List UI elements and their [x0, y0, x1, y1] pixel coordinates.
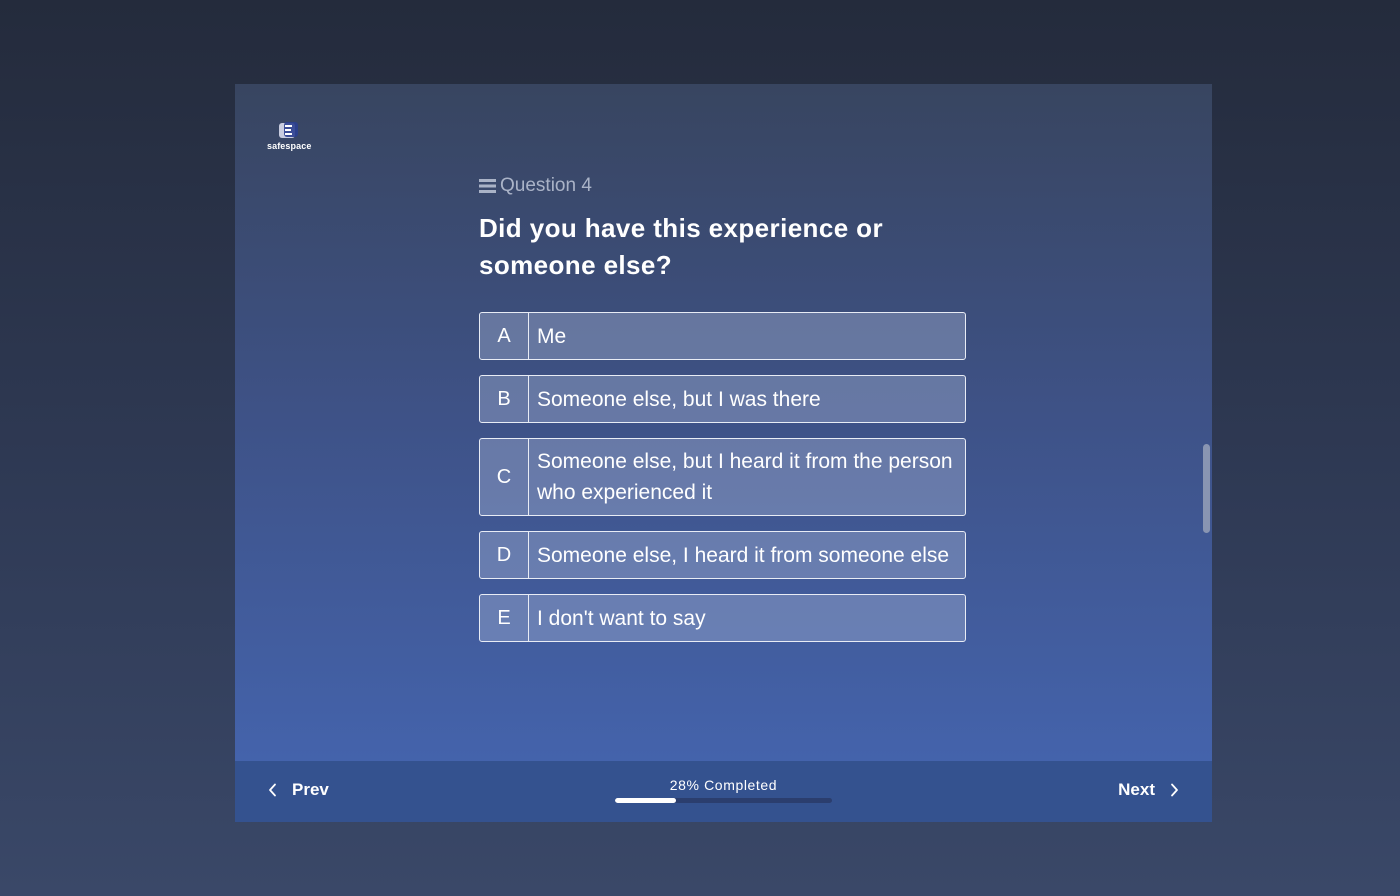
brand-logo: safespace — [267, 122, 311, 156]
chevron-right-icon — [1171, 783, 1178, 797]
question-content: Question 4 Did you have this experience … — [479, 174, 969, 657]
safespace-logo-icon — [279, 122, 298, 138]
next-label: Next — [1118, 780, 1155, 799]
option-label: I don't want to say — [537, 606, 706, 630]
answer-options: A Me B Someone else, but I was there C S… — [479, 312, 969, 642]
progress-text: 28% Completed — [669, 777, 778, 793]
prev-button[interactable]: Prev — [268, 779, 329, 801]
option-label: Someone else, I heard it from someone el… — [537, 543, 950, 567]
survey-frame: safespace Question 4 Did you have this e… — [235, 84, 1212, 822]
prev-label: Prev — [292, 780, 329, 799]
option-key: A — [480, 313, 529, 359]
question-number: Question 4 — [479, 174, 969, 198]
progress-indicator: 28% Completed — [615, 777, 832, 803]
progress-track — [615, 798, 832, 803]
next-button[interactable]: Next — [1118, 779, 1179, 801]
scrollbar-thumb[interactable] — [1203, 444, 1210, 533]
option-key: C — [480, 439, 529, 515]
question-title: Did you have this experience or someone … — [479, 213, 883, 280]
brand-name: safespace — [267, 141, 312, 151]
option-key: B — [480, 376, 529, 422]
option-a[interactable]: A Me — [479, 312, 966, 360]
option-key: E — [480, 595, 529, 641]
option-d[interactable]: D Someone else, I heard it from someone … — [479, 531, 966, 579]
menu-icon — [479, 179, 496, 193]
option-label: Someone else, but I was there — [537, 387, 821, 411]
footer-bar: Prev 28% Completed Next — [235, 761, 1212, 822]
option-label: Someone else, but I heard it from the pe… — [537, 450, 953, 504]
option-label: Me — [537, 324, 567, 348]
option-b[interactable]: B Someone else, but I was there — [479, 375, 966, 423]
option-key: D — [480, 532, 529, 578]
chevron-left-icon — [269, 783, 276, 797]
option-e[interactable]: E I don't want to say — [479, 594, 966, 642]
progress-fill — [615, 798, 676, 803]
question-number-label: Question 4 — [500, 175, 592, 196]
option-c[interactable]: C Someone else, but I heard it from the … — [479, 438, 966, 516]
